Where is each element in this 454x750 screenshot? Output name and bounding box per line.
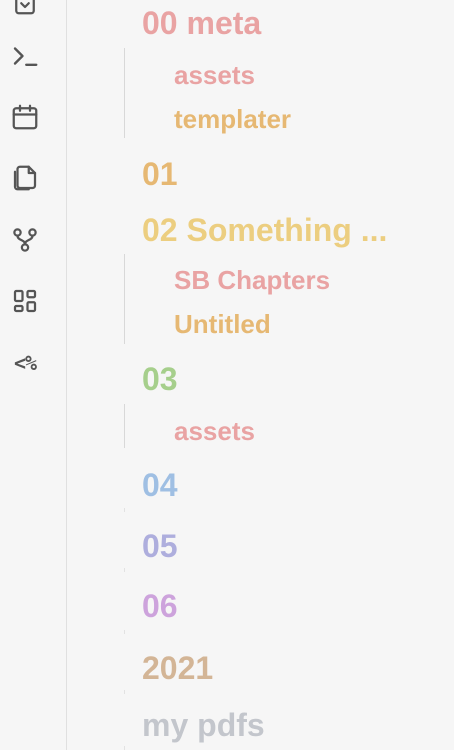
- calendar-icon[interactable]: [9, 101, 41, 133]
- folder-2021[interactable]: 2021: [142, 652, 213, 684]
- folder-my-pdfs[interactable]: my pdfs: [142, 709, 265, 741]
- folder-sb-chapters[interactable]: SB Chapters: [174, 267, 330, 293]
- folder-meta-assets[interactable]: assets: [174, 62, 255, 88]
- folder-04[interactable]: 04: [142, 469, 178, 501]
- folder-03-assets[interactable]: assets: [174, 418, 255, 444]
- terminal-icon[interactable]: [9, 40, 41, 72]
- open-quick-switcher-icon[interactable]: [9, 0, 41, 18]
- left-ribbon: <%: [0, 0, 67, 750]
- folder-01[interactable]: 01: [142, 158, 178, 190]
- folder-02-something[interactable]: 02 Something ...: [142, 214, 387, 246]
- folder-05[interactable]: 05: [142, 530, 178, 562]
- folder-00-meta[interactable]: 00 meta: [142, 7, 261, 39]
- indent-guide: [124, 690, 125, 694]
- templater-icon-glyph: <%: [13, 351, 37, 375]
- indent-guide: [124, 746, 125, 750]
- copy-files-icon[interactable]: [9, 162, 41, 194]
- folder-untitled[interactable]: Untitled: [174, 311, 271, 337]
- indent-guide: [124, 508, 125, 512]
- folder-meta-templater[interactable]: templater: [174, 106, 291, 132]
- file-explorer: 00 meta assets templater 01 02 Something…: [68, 0, 454, 750]
- indent-guide: [124, 630, 125, 634]
- graph-view-icon[interactable]: [9, 224, 41, 256]
- indent-guide: [124, 404, 125, 448]
- dashboard-icon[interactable]: [9, 285, 41, 317]
- indent-guide: [124, 48, 125, 138]
- indent-guide: [124, 254, 125, 344]
- folder-06[interactable]: 06: [142, 590, 178, 622]
- folder-03[interactable]: 03: [142, 363, 178, 395]
- templater-icon[interactable]: <%: [9, 347, 41, 379]
- indent-guide: [124, 568, 125, 572]
- app-window: <% 00 meta assets templater 01 02 Someth…: [0, 0, 454, 750]
